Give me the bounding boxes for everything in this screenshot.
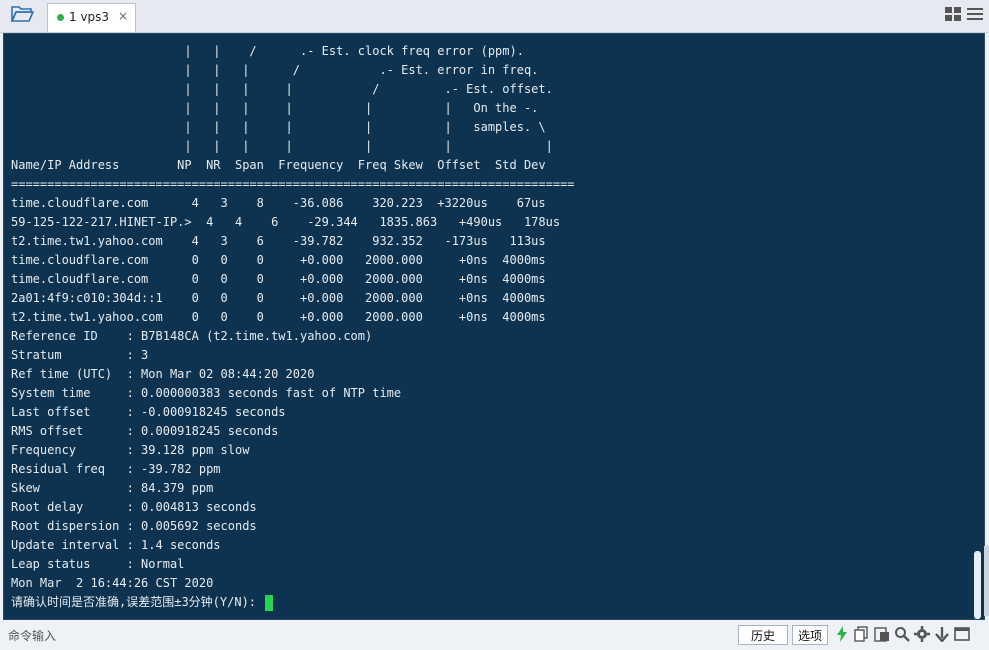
lightning-icon[interactable] bbox=[834, 626, 850, 642]
terminal-line: Frequency : 39.128 ppm slow bbox=[11, 443, 250, 457]
terminal-line: t2.time.tw1.yahoo.com 0 0 0 +0.000 2000.… bbox=[11, 310, 546, 324]
terminal-line: Name/IP Address NP NR Span Frequency Fre… bbox=[11, 158, 546, 172]
terminal-line: Ref time (UTC) : Mon Mar 02 08:44:20 202… bbox=[11, 367, 315, 381]
search-icon[interactable] bbox=[894, 626, 910, 642]
open-folder-button[interactable] bbox=[8, 4, 36, 28]
terminal-output[interactable]: | | / .- Est. clock freq error (ppm). | … bbox=[3, 33, 985, 620]
outer-scrollbar-thumb[interactable] bbox=[984, 546, 989, 616]
terminal-line: | | | | / .- Est. offset. bbox=[11, 82, 553, 96]
terminal-line: Root delay : 0.004813 seconds bbox=[11, 500, 257, 514]
command-bar: 历史 选项 bbox=[0, 621, 989, 650]
terminal-line: time.cloudflare.com 0 0 0 +0.000 2000.00… bbox=[11, 253, 546, 267]
terminal-line: Mon Mar 2 16:44:26 CST 2020 bbox=[11, 576, 214, 590]
terminal-line: time.cloudflare.com 4 3 8 -36.086 320.22… bbox=[11, 196, 546, 210]
scrollbar-thumb[interactable] bbox=[974, 551, 981, 619]
folder-open-icon bbox=[10, 4, 35, 28]
terminal-line: ========================================… bbox=[11, 177, 575, 191]
copy-icon[interactable] bbox=[854, 626, 870, 642]
terminal-line: 2a01:4f9:c010:304d::1 0 0 0 +0.000 2000.… bbox=[11, 291, 546, 305]
terminal-line: Reference ID : B7B148CA (t2.time.tw1.yah… bbox=[11, 329, 373, 343]
terminal-line: System time : 0.000000383 seconds fast o… bbox=[11, 386, 402, 400]
paste-icon[interactable] bbox=[874, 626, 890, 642]
prompt-text: 请确认时间是否准确,误差范围±3分钟(Y/N): bbox=[11, 595, 264, 609]
terminal-line: | | / .- Est. clock freq error (ppm). bbox=[11, 44, 524, 58]
tab-bar: 1 vps3 × bbox=[0, 0, 989, 33]
history-button[interactable]: 历史 bbox=[738, 625, 788, 645]
terminal-line: t2.time.tw1.yahoo.com 4 3 6 -39.782 932.… bbox=[11, 234, 546, 248]
terminal-line: Skew : 84.379 ppm bbox=[11, 481, 214, 495]
terminal-line: RMS offset : 0.000918245 seconds bbox=[11, 424, 279, 438]
terminal-scrollbar[interactable] bbox=[970, 34, 982, 619]
connected-status-icon bbox=[57, 14, 64, 21]
window-icon[interactable] bbox=[954, 626, 970, 642]
terminal-line: Root dispersion : 0.005692 seconds bbox=[11, 519, 257, 533]
terminal-line: | | | | | | On the -. bbox=[11, 101, 539, 115]
terminal-line: Last offset : -0.000918245 seconds bbox=[11, 405, 286, 419]
tab-vps3[interactable]: 1 vps3 × bbox=[47, 3, 136, 32]
terminal-line: Residual freq : -39.782 ppm bbox=[11, 462, 221, 476]
arrow-down-icon[interactable] bbox=[934, 626, 950, 642]
terminal-text: | | / .- Est. clock freq error (ppm). | … bbox=[11, 42, 575, 612]
command-input[interactable] bbox=[6, 625, 730, 647]
terminal-line: | | | | | | samples. \ bbox=[11, 120, 546, 134]
terminal-line: Update interval : 1.4 seconds bbox=[11, 538, 221, 552]
options-button[interactable]: 选项 bbox=[792, 625, 828, 645]
terminal-line: | | | / .- Est. error in freq. bbox=[11, 63, 539, 77]
terminal-prompt: 请确认时间是否准确,误差范围±3分钟(Y/N): bbox=[11, 593, 575, 612]
terminal-line: Leap status : Normal bbox=[11, 557, 185, 571]
terminal-line: time.cloudflare.com 0 0 0 +0.000 2000.00… bbox=[11, 272, 546, 286]
menu-icon[interactable] bbox=[967, 6, 983, 25]
terminal-cursor bbox=[265, 594, 274, 611]
terminal-line: Stratum : 3 bbox=[11, 348, 149, 362]
close-icon[interactable]: × bbox=[118, 9, 128, 23]
gear-icon[interactable] bbox=[914, 626, 930, 642]
terminal-line: 59-125-122-217.HINET-IP.> 4 4 6 -29.344 … bbox=[11, 215, 561, 229]
layout-grid-icon[interactable] bbox=[945, 6, 961, 25]
terminal-line: | | | | | | | bbox=[11, 139, 553, 153]
tab-label: 1 vps3 bbox=[69, 10, 110, 24]
